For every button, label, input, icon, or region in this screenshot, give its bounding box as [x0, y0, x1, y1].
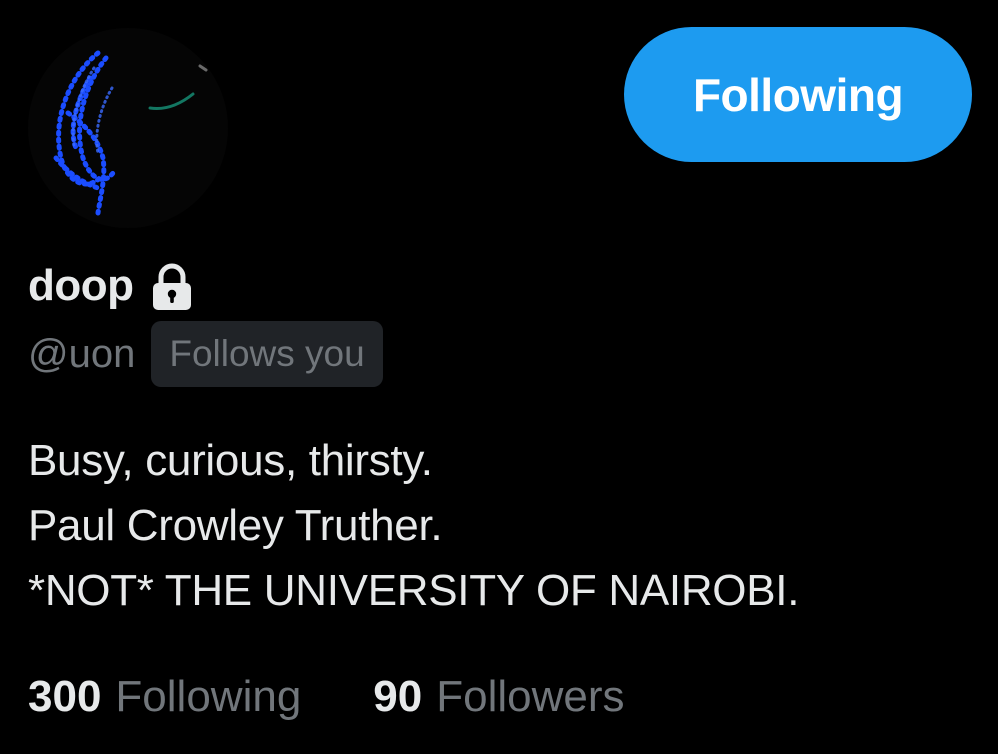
lock-icon [144, 258, 200, 314]
bio: Busy, curious, thirsty. Paul Crowley Tru… [28, 428, 968, 623]
followers-count: 90 [373, 672, 423, 721]
following-count: 300 [28, 672, 102, 721]
followers-count-link[interactable]: 90 Followers [373, 672, 624, 722]
profile-card: Following doop @uon Follows you Busy, cu… [0, 0, 998, 754]
following-button[interactable]: Following [624, 27, 972, 162]
bio-line: Paul Crowley Truther. [28, 501, 443, 550]
following-count-link[interactable]: 300 Following [28, 672, 301, 722]
follows-you-badge: Follows you [151, 321, 383, 387]
bio-line: *NOT* THE UNIVERSITY OF NAIROBI. [28, 566, 800, 615]
handle-row: @uon Follows you [28, 320, 383, 388]
display-name: doop [28, 261, 134, 310]
name-row: doop [28, 256, 200, 316]
followers-label: Followers [436, 672, 625, 721]
stats-row: 300 Following 90 Followers [28, 664, 625, 730]
neon-blue-glyph-avatar-icon [28, 28, 228, 228]
handle: @uon [28, 331, 136, 376]
following-label: Following [115, 672, 302, 721]
bio-line: Busy, curious, thirsty. [28, 436, 433, 485]
avatar[interactable] [28, 28, 228, 228]
